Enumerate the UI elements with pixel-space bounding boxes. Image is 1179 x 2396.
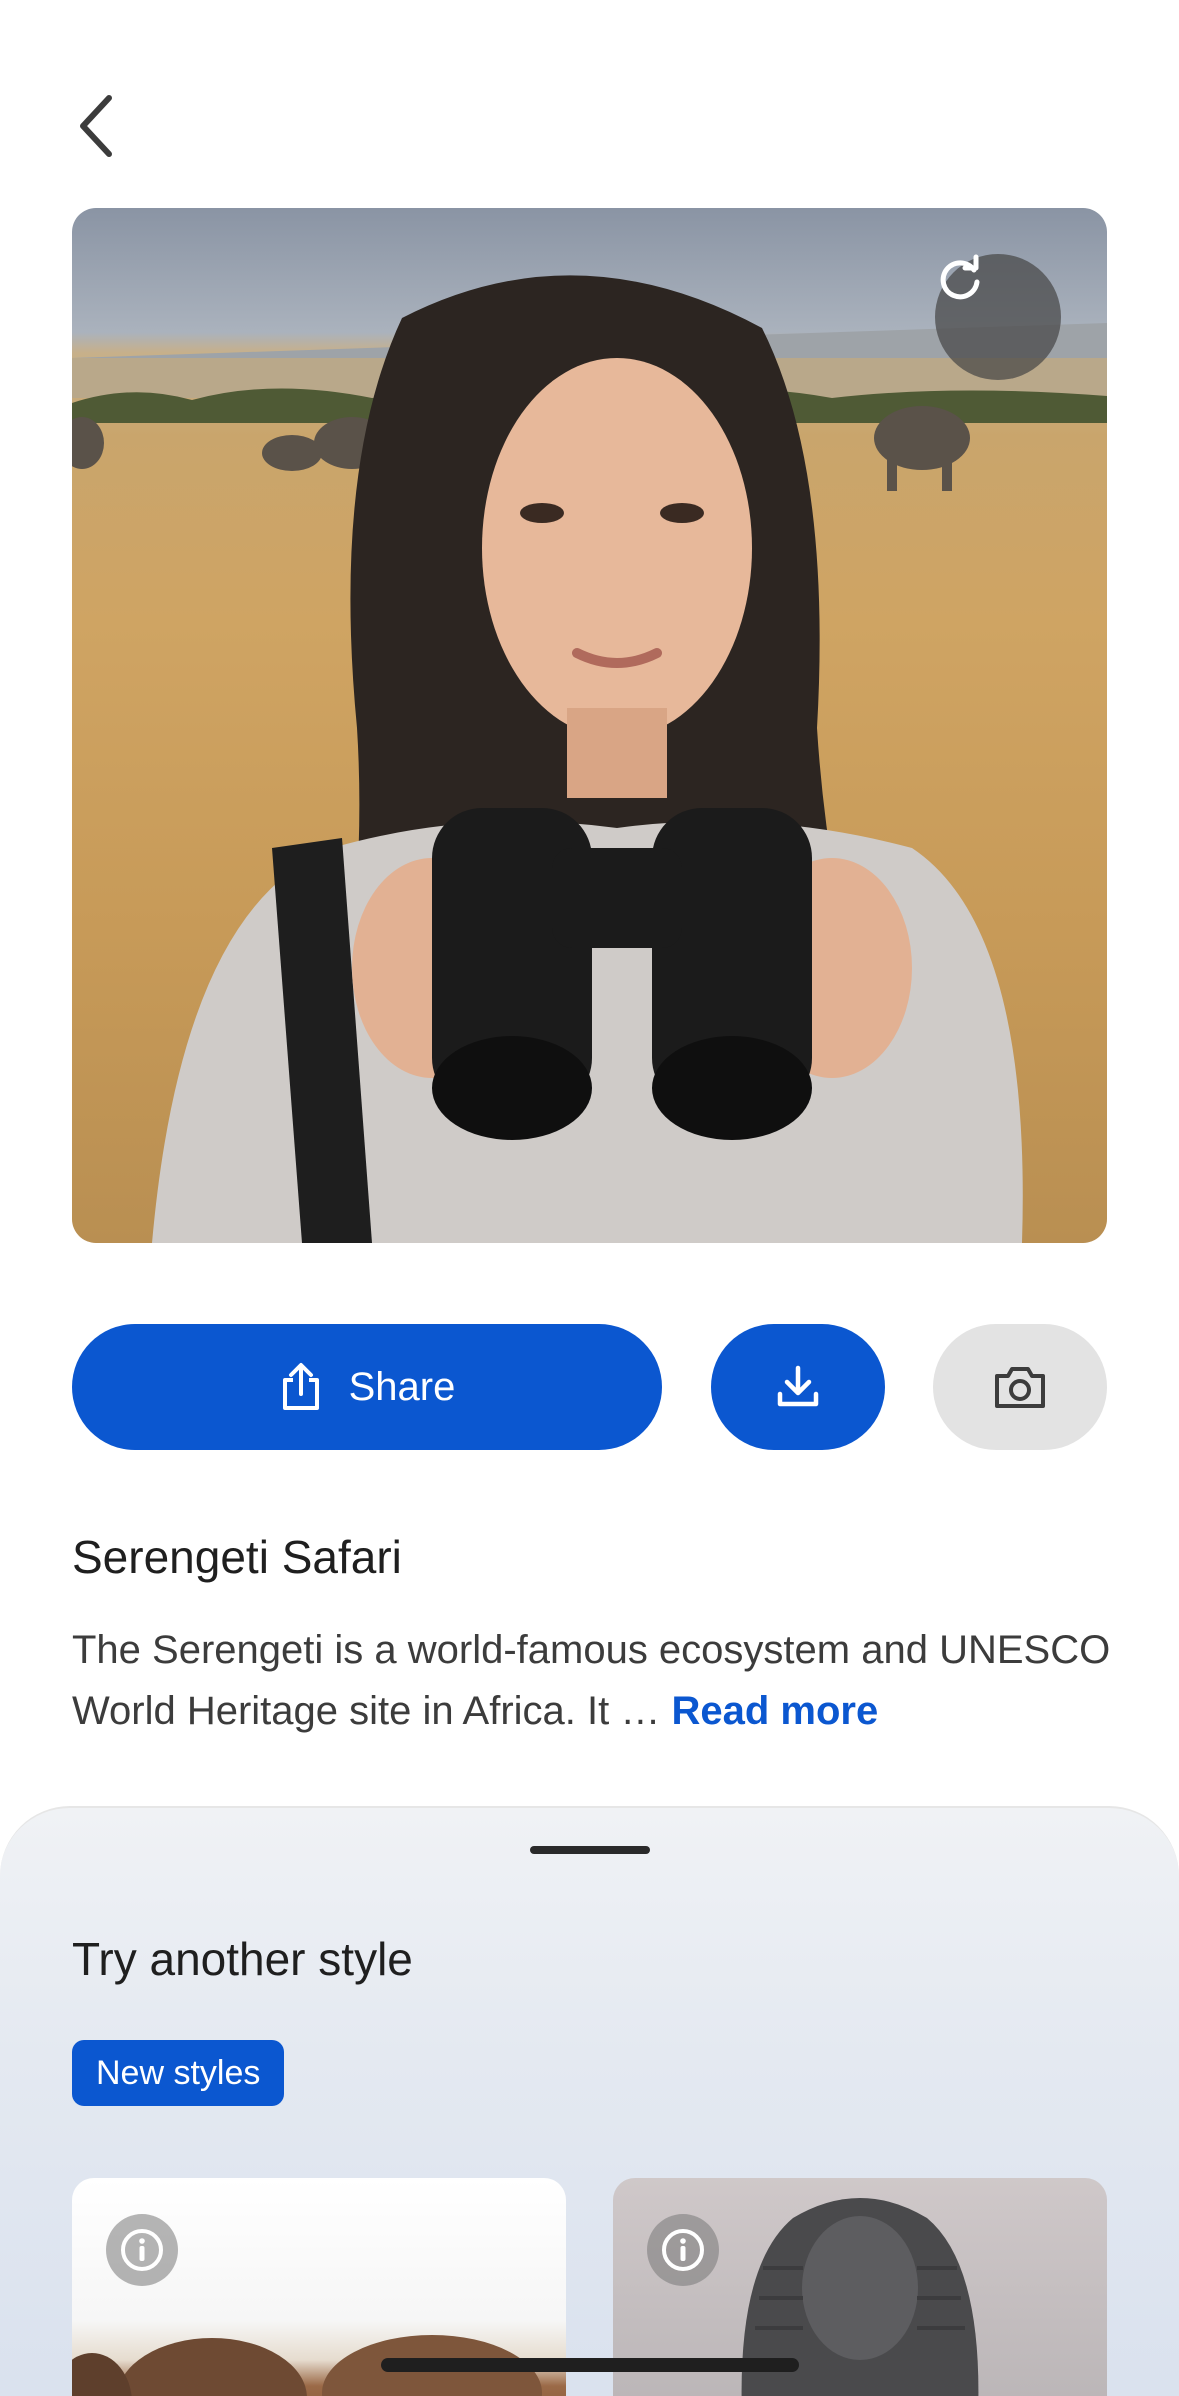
- share-icon: [282, 1363, 319, 1410]
- info-button[interactable]: [647, 2214, 719, 2286]
- info-icon: [662, 2229, 704, 2271]
- download-button[interactable]: [711, 1324, 885, 1450]
- bottom-sheet[interactable]: Try another style New styles: [0, 1806, 1179, 2396]
- back-button[interactable]: [62, 86, 128, 166]
- read-more-link[interactable]: Read more: [671, 1689, 878, 1733]
- camera-icon: [995, 1367, 1045, 1408]
- regenerate-button[interactable]: [935, 254, 1061, 380]
- sheet-title: Try another style: [72, 1933, 413, 1985]
- new-styles-badge: New styles: [72, 2040, 285, 2106]
- share-label: Share: [348, 1364, 456, 1409]
- generated-portrait-image: [72, 208, 1107, 1243]
- style-description: The Serengeti is a world-famous ecosyste…: [72, 1620, 1122, 1742]
- download-icon: [777, 1365, 819, 1407]
- drag-handle[interactable]: [530, 1846, 650, 1854]
- info-button[interactable]: [106, 2214, 178, 2286]
- style-title: Serengeti Safari: [72, 1531, 402, 1583]
- description-text: The Serengeti is a world-famous ecosyste…: [72, 1628, 1111, 1733]
- share-button[interactable]: Share: [72, 1324, 662, 1450]
- home-indicator[interactable]: [381, 2358, 799, 2372]
- refresh-icon: [940, 254, 980, 300]
- camera-button[interactable]: [933, 1324, 1107, 1450]
- info-icon: [121, 2229, 163, 2271]
- portrait-illustration: [72, 275, 1107, 1243]
- app-screen: Share Serengeti Safari The Serengeti is …: [0, 0, 1179, 2396]
- chevron-left-icon: [80, 95, 112, 157]
